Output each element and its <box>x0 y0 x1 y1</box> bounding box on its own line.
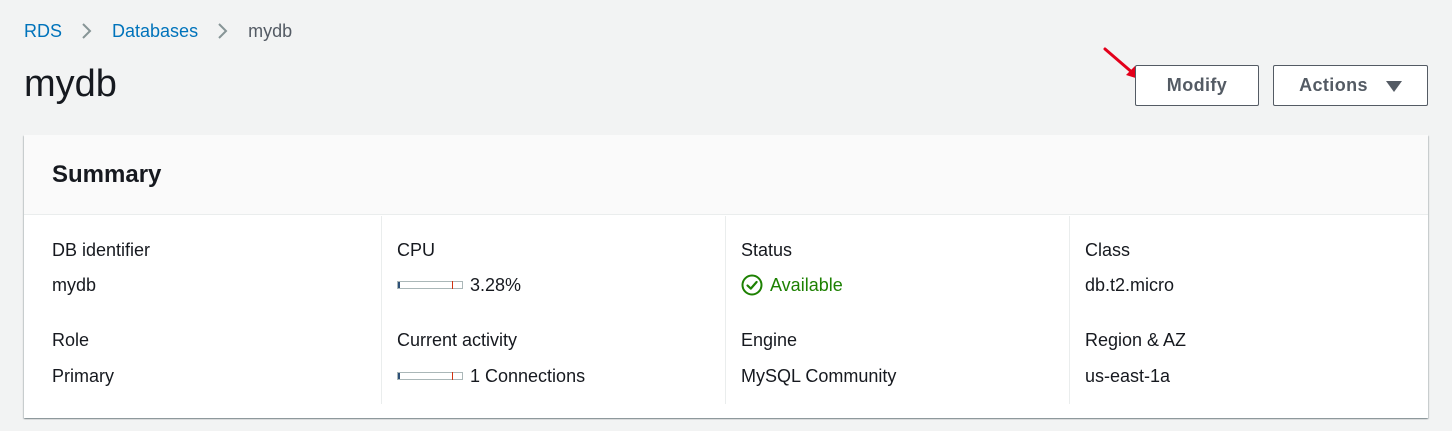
summary-column-metrics: CPU 3.28% Current activity 1 Connections <box>381 216 726 404</box>
chevron-right-icon <box>198 19 248 43</box>
connections-text: 1 Connections <box>470 365 586 386</box>
connections-meter <box>397 372 463 380</box>
breadcrumb-databases-link[interactable]: Databases <box>112 21 198 42</box>
page-title: mydb <box>24 63 117 105</box>
connections-meter-fill <box>398 373 400 379</box>
cpu-percent-text: 3.28% <box>470 274 522 295</box>
connections-meter-threshold <box>451 372 453 380</box>
breadcrumb-current: mydb <box>248 20 293 41</box>
class-value: db.t2.micro <box>1085 274 1175 295</box>
summary-column-placement: Class db.t2.micro Region & AZ us-east-1a <box>1069 216 1414 404</box>
cpu-label: CPU <box>397 240 436 260</box>
actions-dropdown-button[interactable]: Actions <box>1273 65 1428 106</box>
engine-value: MySQL Community <box>741 365 897 386</box>
current-activity-label: Current activity <box>397 330 518 350</box>
region-az-label: Region & AZ <box>1085 330 1187 350</box>
summary-columns: DB identifier mydb Role Primary CPU 3.28… <box>24 216 1428 418</box>
cpu-meter-threshold <box>451 281 453 289</box>
cpu-meter <box>397 281 463 289</box>
summary-title: Summary <box>52 160 162 188</box>
breadcrumb-rds-link[interactable]: RDS <box>24 21 62 42</box>
status-text: Available <box>770 274 843 295</box>
chevron-right-icon <box>62 19 112 43</box>
actions-button-label: Actions <box>1299 75 1368 95</box>
db-identifier-value: mydb <box>52 274 97 295</box>
status-value: Available <box>741 274 843 296</box>
modify-button[interactable]: Modify <box>1135 65 1259 106</box>
modify-button-label: Modify <box>1166 75 1228 95</box>
summary-column-status: Status Available Engine MySQL Community <box>725 216 1070 404</box>
region-az-value: us-east-1a <box>1085 365 1171 386</box>
db-identifier-label: DB identifier <box>52 240 151 260</box>
role-value: Primary <box>52 365 114 386</box>
current-activity-value: 1 Connections <box>397 365 585 387</box>
breadcrumb: RDS Databases mydb <box>24 19 292 43</box>
cpu-meter-fill <box>398 282 401 288</box>
status-label: Status <box>741 240 793 260</box>
rds-database-detail-page: RDS Databases mydb mydb Modify Actions S… <box>0 0 1452 431</box>
summary-panel: Summary DB identifier mydb Role Primary … <box>24 135 1428 418</box>
role-label: Role <box>52 330 90 350</box>
caret-down-icon <box>1385 80 1402 92</box>
cpu-value: 3.28% <box>397 274 521 296</box>
summary-header: Summary <box>24 135 1428 215</box>
summary-column-identity: DB identifier mydb Role Primary <box>24 216 368 404</box>
engine-label: Engine <box>741 330 798 350</box>
check-circle-icon <box>741 274 763 296</box>
class-label: Class <box>1085 240 1131 260</box>
